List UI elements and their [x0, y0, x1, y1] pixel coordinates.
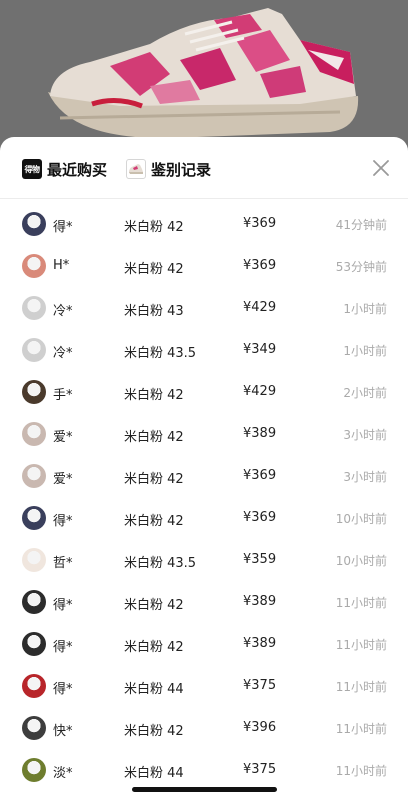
purchase-price: ¥396 [243, 720, 277, 735]
product-variant: 米白粉 43.5 [124, 346, 197, 361]
buyer-name: 淡* [53, 766, 73, 781]
product-variant: 米白粉 43.5 [124, 556, 197, 571]
avatar [22, 422, 46, 446]
avatar [22, 758, 46, 782]
purchase-time: 11小时前 [335, 680, 387, 694]
avatar [22, 632, 46, 656]
purchase-record-row: 爱* 米白粉 42 ¥369 3小时前 [0, 455, 408, 497]
dewu-logo-icon: 得物 [22, 159, 42, 179]
purchase-time: 10小时前 [335, 512, 387, 526]
purchase-time: 53分钟前 [335, 260, 387, 274]
buyer-name: 快* [53, 724, 73, 739]
avatar [22, 548, 46, 572]
tab-bar: 得物 最近购买 鉴别记录 [0, 137, 408, 199]
buyer-name: 得* [53, 220, 73, 235]
shoe-thumbnail-icon [126, 159, 146, 179]
avatar [22, 380, 46, 404]
product-variant: 米白粉 42 [124, 430, 184, 445]
purchase-time: 11小时前 [335, 764, 387, 778]
tab-authentication-records[interactable]: 鉴别记录 [126, 157, 211, 181]
purchase-record-row: 得* 米白粉 42 ¥369 41分钟前 [0, 203, 408, 245]
purchase-records-sheet: 得物 最近购买 鉴别记录 得* 米白粉 42 ¥369 41分钟前 H* 米白粉 42 ¥3… [0, 137, 408, 800]
purchase-price: ¥389 [243, 594, 277, 609]
purchase-record-row: 淡* 米白粉 44 ¥375 11小时前 [0, 749, 408, 791]
avatar [22, 464, 46, 488]
recent-purchase-list: 得* 米白粉 42 ¥369 41分钟前 H* 米白粉 42 ¥369 53分钟前冷* 米白粉 … [0, 203, 408, 791]
purchase-price: ¥369 [243, 468, 277, 483]
purchase-record-row: 冷* 米白粉 43.5 ¥349 1小时前 [0, 329, 408, 371]
product-variant: 米白粉 44 [124, 766, 184, 781]
purchase-price: ¥359 [243, 552, 277, 567]
buyer-name: H* [53, 258, 70, 273]
buyer-name: 手* [53, 388, 73, 403]
purchase-time: 1小时前 [343, 344, 387, 358]
purchase-record-row: 手* 米白粉 42 ¥429 2小时前 [0, 371, 408, 413]
buyer-name: 得* [53, 514, 73, 529]
buyer-name: 冷* [53, 304, 73, 319]
product-variant: 米白粉 42 [124, 220, 184, 235]
purchase-record-row: 快* 米白粉 42 ¥396 11小时前 [0, 707, 408, 749]
buyer-name: 爱* [53, 430, 73, 445]
purchase-record-row: 爱* 米白粉 42 ¥389 3小时前 [0, 413, 408, 455]
purchase-time: 3小时前 [343, 428, 387, 442]
avatar [22, 674, 46, 698]
purchase-record-row: 冷* 米白粉 43 ¥429 1小时前 [0, 287, 408, 329]
avatar [22, 590, 46, 614]
sneaker-image [0, 0, 408, 150]
buyer-name: 得* [53, 682, 73, 697]
product-variant: 米白粉 42 [124, 598, 184, 613]
purchase-time: 3小时前 [343, 470, 387, 484]
buyer-name: 冷* [53, 346, 73, 361]
product-variant: 米白粉 43 [124, 304, 184, 319]
buyer-name: 得* [53, 640, 73, 655]
purchase-price: ¥349 [243, 342, 277, 357]
product-variant: 米白粉 42 [124, 262, 184, 277]
purchase-record-row: H* 米白粉 42 ¥369 53分钟前 [0, 245, 408, 287]
purchase-price: ¥375 [243, 762, 277, 777]
avatar [22, 212, 46, 236]
purchase-price: ¥369 [243, 510, 277, 525]
product-variant: 米白粉 42 [124, 514, 184, 529]
purchase-record-row: 哲* 米白粉 43.5 ¥359 10小时前 [0, 539, 408, 581]
purchase-price: ¥375 [243, 678, 277, 693]
avatar [22, 338, 46, 362]
purchase-time: 11小时前 [335, 638, 387, 652]
purchase-price: ¥429 [243, 300, 277, 315]
product-variant: 米白粉 42 [124, 724, 184, 739]
purchase-record-row: 得* 米白粉 42 ¥389 11小时前 [0, 623, 408, 665]
product-variant: 米白粉 44 [124, 682, 184, 697]
purchase-price: ¥369 [243, 216, 277, 231]
product-variant: 米白粉 42 [124, 472, 184, 487]
purchase-price: ¥389 [243, 636, 277, 651]
purchase-record-row: 得* 米白粉 42 ¥389 11小时前 [0, 581, 408, 623]
buyer-name: 得* [53, 598, 73, 613]
purchase-time: 41分钟前 [335, 218, 387, 232]
avatar [22, 506, 46, 530]
product-hero-image [0, 0, 408, 150]
buyer-name: 爱* [53, 472, 73, 487]
product-variant: 米白粉 42 [124, 640, 184, 655]
purchase-time: 1小时前 [343, 302, 387, 316]
buyer-name: 哲* [53, 556, 73, 571]
tab-recent-purchases[interactable]: 得物 最近购买 [22, 157, 107, 181]
home-indicator[interactable] [132, 787, 277, 792]
tab-recent-purchases-label: 最近购买 [47, 160, 108, 179]
purchase-time: 10小时前 [335, 554, 387, 568]
avatar [22, 296, 46, 320]
purchase-record-row: 得* 米白粉 44 ¥375 11小时前 [0, 665, 408, 707]
purchase-price: ¥389 [243, 426, 277, 441]
purchase-price: ¥369 [243, 258, 277, 273]
tab-authentication-records-label: 鉴别记录 [151, 160, 212, 179]
purchase-record-row: 得* 米白粉 42 ¥369 10小时前 [0, 497, 408, 539]
purchase-price: ¥429 [243, 384, 277, 399]
purchase-time: 2小时前 [343, 386, 387, 400]
product-variant: 米白粉 42 [124, 388, 184, 403]
purchase-time: 11小时前 [335, 722, 387, 736]
avatar [22, 254, 46, 278]
close-button[interactable] [370, 157, 392, 179]
close-icon [373, 160, 389, 176]
avatar [22, 716, 46, 740]
purchase-time: 11小时前 [335, 596, 387, 610]
